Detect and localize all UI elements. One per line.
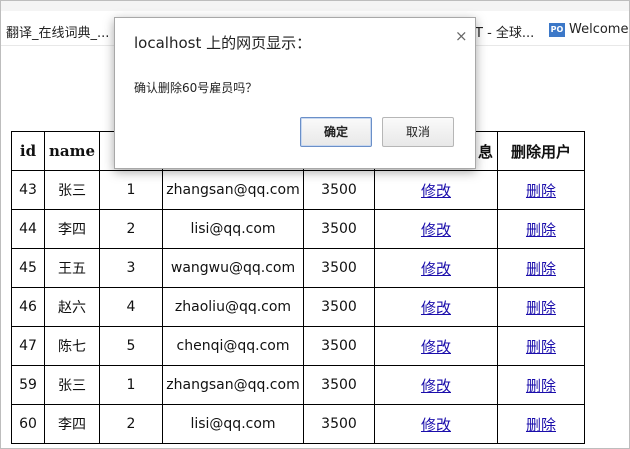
cell-salary: 3500 [303, 365, 375, 405]
table-row: 60 李四 2 lisi@qq.com 3500 修改 删除 [11, 404, 585, 444]
cell-name: 赵六 [44, 287, 100, 327]
edit-link-cell: 修改 [374, 170, 498, 210]
cell-salary: 3500 [303, 170, 375, 210]
delete-link[interactable]: 删除 [526, 221, 556, 239]
employee-table: id name 息 删除用户 43 张三 1 zhangsan@qq.com 3500 修… [11, 131, 585, 444]
column-header-delete: 删除用户 [497, 131, 585, 171]
cell-id: 45 [11, 248, 45, 288]
cell-salary: 3500 [303, 404, 375, 444]
cell-id: 43 [11, 170, 45, 210]
delete-link-cell: 删除 [497, 170, 585, 210]
table-row: 47 陈七 5 chenqi@qq.com 3500 修改 删除 [11, 326, 585, 366]
edit-link[interactable]: 修改 [421, 299, 451, 317]
delete-link-cell: 删除 [497, 287, 585, 327]
confirm-dialog: localhost 上的网页显示： × 确认删除60号雇员吗？ 确定 取消 [114, 17, 476, 169]
cell-number: 2 [99, 404, 163, 444]
table-row: 59 张三 1 zhangsan@qq.com 3500 修改 删除 [11, 365, 585, 405]
cell-number: 3 [99, 248, 163, 288]
cell-email: zhangsan@qq.com [162, 170, 304, 210]
table-row: 46 赵六 4 zhaoliu@qq.com 3500 修改 删除 [11, 287, 585, 327]
bookmark-global[interactable]: T - 全球... [475, 22, 534, 41]
dialog-title: localhost 上的网页显示： [134, 34, 312, 52]
cancel-button[interactable]: 取消 [382, 117, 454, 147]
edit-link[interactable]: 修改 [421, 377, 451, 395]
cell-name: 陈七 [44, 326, 100, 366]
close-icon[interactable]: × [455, 27, 468, 45]
cell-number: 1 [99, 170, 163, 210]
cell-name: 张三 [44, 365, 100, 405]
edit-link-cell: 修改 [374, 365, 498, 405]
edit-link[interactable]: 修改 [421, 416, 451, 434]
table-row: 45 王五 3 wangwu@qq.com 3500 修改 删除 [11, 248, 585, 288]
delete-link[interactable]: 删除 [526, 182, 556, 200]
edit-link-cell: 修改 [374, 326, 498, 366]
delete-link[interactable]: 删除 [526, 338, 556, 356]
cell-email: lisi@qq.com [162, 404, 304, 444]
cell-number: 2 [99, 209, 163, 249]
ok-button[interactable]: 确定 [300, 117, 372, 147]
cell-email: zhangsan@qq.com [162, 365, 304, 405]
edit-link-cell: 修改 [374, 248, 498, 288]
delete-link[interactable]: 删除 [526, 260, 556, 278]
table-row: 43 张三 1 zhangsan@qq.com 3500 修改 删除 [11, 170, 585, 210]
cell-email: wangwu@qq.com [162, 248, 304, 288]
cell-email: zhaoliu@qq.com [162, 287, 304, 327]
bookmark-favicon-icon: PO [549, 22, 565, 37]
cell-id: 59 [11, 365, 45, 405]
delete-link-cell: 删除 [497, 209, 585, 249]
edit-link[interactable]: 修改 [421, 338, 451, 356]
browser-viewport: 翻译_在线词典_... T - 全球... PO Welcome id name… [0, 0, 630, 449]
cell-id: 47 [11, 326, 45, 366]
cell-name: 李四 [44, 209, 100, 249]
delete-link[interactable]: 删除 [526, 377, 556, 395]
cell-salary: 3500 [303, 326, 375, 366]
delete-link[interactable]: 删除 [526, 299, 556, 317]
cell-number: 5 [99, 326, 163, 366]
delete-link-cell: 删除 [497, 365, 585, 405]
delete-link[interactable]: 删除 [526, 416, 556, 434]
edit-link[interactable]: 修改 [421, 182, 451, 200]
cell-email: chenqi@qq.com [162, 326, 304, 366]
bookmark-welcome-label: Welcome [569, 22, 629, 37]
cell-name: 张三 [44, 170, 100, 210]
edit-link-cell: 修改 [374, 287, 498, 327]
cell-email: lisi@qq.com [162, 209, 304, 249]
edit-link-cell: 修改 [374, 209, 498, 249]
cell-id: 46 [11, 287, 45, 327]
bookmark-welcome[interactable]: PO Welcome [549, 22, 628, 37]
column-header-name: name [44, 131, 100, 171]
cell-name: 李四 [44, 404, 100, 444]
cell-id: 44 [11, 209, 45, 249]
delete-link-cell: 删除 [497, 404, 585, 444]
cell-salary: 3500 [303, 209, 375, 249]
edit-link[interactable]: 修改 [421, 221, 451, 239]
table-row: 44 李四 2 lisi@qq.com 3500 修改 删除 [11, 209, 585, 249]
tab-strip-edge [1, 1, 629, 11]
bookmark-dictionary[interactable]: 翻译_在线词典_... [6, 22, 109, 41]
delete-link-cell: 删除 [497, 326, 585, 366]
cell-number: 4 [99, 287, 163, 327]
edit-link-cell: 修改 [374, 404, 498, 444]
edit-link[interactable]: 修改 [421, 260, 451, 278]
cell-name: 王五 [44, 248, 100, 288]
cell-salary: 3500 [303, 248, 375, 288]
delete-link-cell: 删除 [497, 248, 585, 288]
cell-salary: 3500 [303, 287, 375, 327]
dialog-message: 确认删除60号雇员吗？ [134, 81, 258, 95]
cell-id: 60 [11, 404, 45, 444]
column-header-id: id [11, 131, 45, 171]
cell-number: 1 [99, 365, 163, 405]
